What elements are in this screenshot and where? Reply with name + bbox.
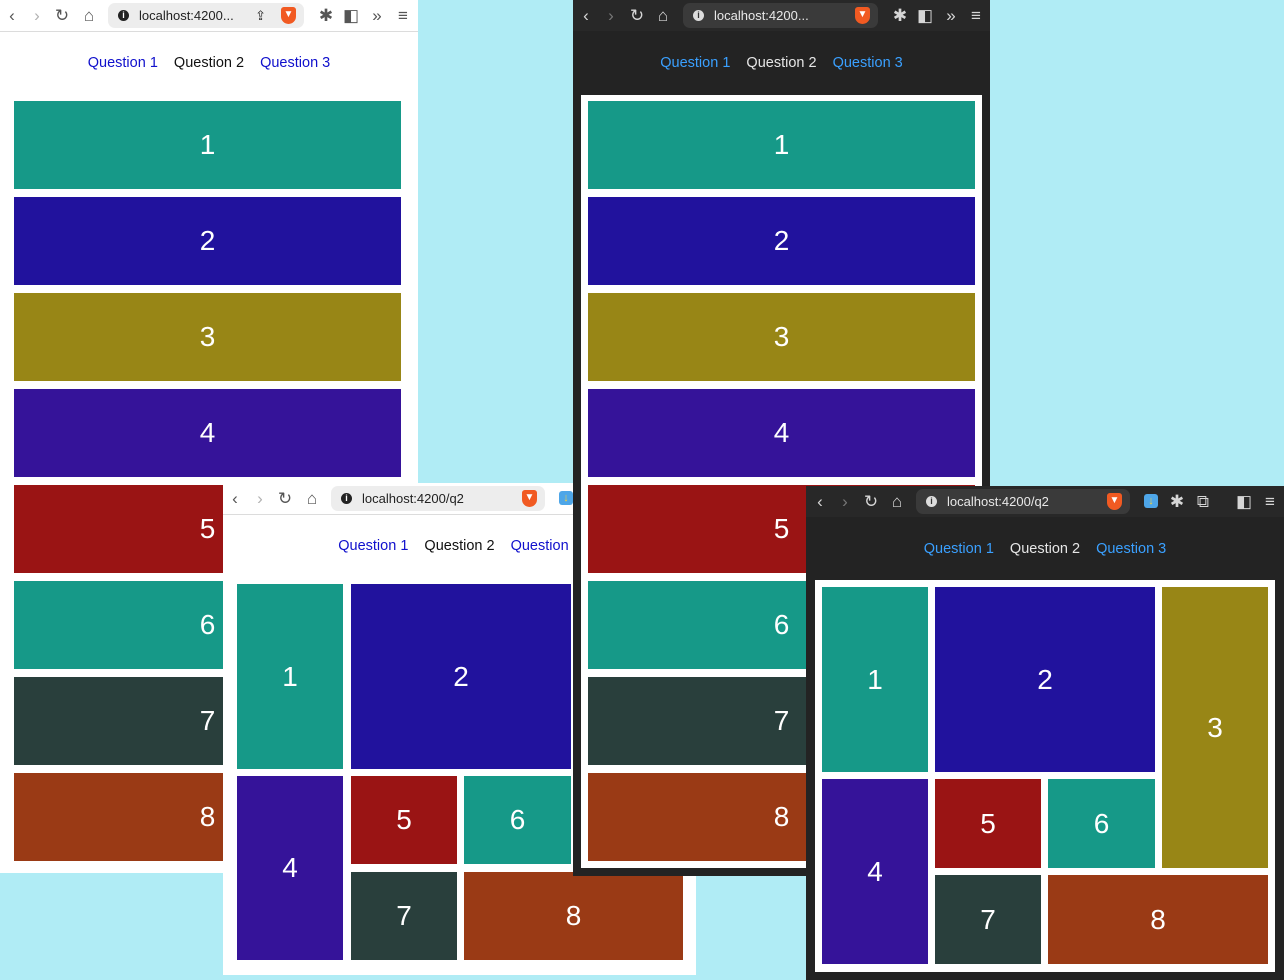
tile-3: 3 [14, 293, 401, 381]
menu-icon[interactable]: ≡ [1260, 486, 1280, 517]
download-icon[interactable]: ↓ [559, 491, 573, 505]
extensions-icon[interactable]: ✱ [1167, 486, 1187, 517]
nav-link-question-1[interactable]: Question 1 [924, 541, 994, 557]
tile-4: 4 [14, 389, 401, 477]
reload-icon[interactable]: ↻ [52, 0, 72, 31]
menu-icon[interactable]: ≡ [393, 0, 413, 31]
info-icon[interactable]: i [341, 493, 352, 505]
nav-link-question-3[interactable]: Question 3 [833, 55, 903, 71]
brave-lion-icon[interactable]: ▼ [1107, 493, 1122, 510]
sidebar-icon[interactable]: ◧ [1234, 486, 1254, 517]
browser-toolbar: ‹ › ↻ ⌂ ilocalhost:4200/q2 ⇪ ▼ ↓ ✱ ⧉ ◧ ≡ [806, 486, 1284, 517]
nav-current-question-2: Question 2 [746, 55, 817, 71]
grid-container: 1 2 3 4 5 6 7 8 [815, 580, 1275, 972]
forward-icon[interactable]: › [27, 0, 47, 31]
tile-6: 6 [1048, 779, 1155, 868]
nav-link-question-3[interactable]: Question 3 [1096, 541, 1166, 557]
brave-lion-icon[interactable]: ▼ [281, 7, 296, 24]
more-icon[interactable]: » [367, 0, 387, 31]
tile-2: 2 [351, 584, 571, 769]
menu-icon[interactable]: ≡ [966, 0, 986, 31]
extensions-icon[interactable]: ✱ [316, 0, 336, 31]
brave-lion-icon[interactable]: ▼ [522, 490, 537, 507]
home-icon[interactable]: ⌂ [887, 486, 907, 517]
home-icon[interactable]: ⌂ [79, 0, 99, 31]
reload-icon[interactable]: ↻ [275, 483, 295, 514]
more-icon[interactable]: » [941, 0, 961, 31]
address-bar[interactable]: ilocalhost:4200... ⇪ [683, 3, 878, 28]
tile-5: 5 [935, 779, 1041, 868]
forward-icon[interactable]: › [835, 486, 855, 517]
extensions-icon[interactable]: ✱ [890, 0, 910, 31]
info-icon[interactable]: i [926, 496, 937, 508]
screenshot-icon[interactable]: ⧉ [1193, 486, 1213, 517]
nav-link-question-3[interactable]: Question 3 [511, 538, 581, 554]
tile-8: 8 [1048, 875, 1268, 964]
share-icon[interactable]: ⇪ [255, 3, 266, 28]
nav-link-question-1[interactable]: Question 1 [660, 55, 730, 71]
nav-current-question-2: Question 2 [1009, 541, 1081, 557]
nav-link-question-1[interactable]: Question 1 [88, 55, 158, 71]
nav-current-question-2: Question 2 [173, 55, 245, 71]
tile-6: 6 [464, 776, 571, 864]
home-icon[interactable]: ⌂ [653, 0, 673, 31]
tile-2: 2 [935, 587, 1155, 772]
url-text: localhost:4200/q2 [947, 494, 1049, 509]
url-text: localhost:4200... [714, 8, 809, 23]
url-text: localhost:4200/q2 [362, 491, 464, 506]
address-bar[interactable]: ilocalhost:4200/q2 ⇪ [916, 489, 1130, 514]
tile-3: 3 [1162, 587, 1268, 868]
tile-7: 7 [351, 872, 457, 960]
tile-4: 4 [822, 779, 928, 964]
tile-1: 1 [237, 584, 343, 769]
browser-toolbar: ‹ › ↻ ⌂ ilocalhost:4200... ⇪ ▼ ✱ ◧ » ≡ [573, 0, 990, 31]
forward-icon[interactable]: › [601, 0, 621, 31]
download-icon[interactable]: ↓ [1144, 494, 1158, 508]
tile-5: 5 [351, 776, 457, 864]
nav-link-question-3[interactable]: Question 3 [260, 55, 330, 71]
tile-2: 2 [14, 197, 401, 285]
tile-3: 3 [588, 293, 975, 381]
forward-icon[interactable]: › [250, 483, 270, 514]
address-bar[interactable]: ilocalhost:4200/q2 ⇪ [331, 486, 545, 511]
info-icon[interactable]: i [118, 10, 129, 22]
reload-icon[interactable]: ↻ [861, 486, 881, 517]
browser-window-dark-grid: ‹ › ↻ ⌂ ilocalhost:4200/q2 ⇪ ▼ ↓ ✱ ⧉ ◧ ≡… [806, 486, 1284, 980]
tile-1: 1 [14, 101, 401, 189]
tile-4: 4 [588, 389, 975, 477]
tile-8: 8 [464, 872, 683, 960]
reload-icon[interactable]: ↻ [627, 0, 647, 31]
url-text: localhost:4200... [139, 8, 234, 23]
info-icon[interactable]: i [693, 10, 704, 22]
tile-7: 7 [935, 875, 1041, 964]
address-bar[interactable]: i localhost:4200... ⇪ [108, 3, 304, 28]
tile-1: 1 [822, 587, 928, 772]
browser-toolbar: ‹ › ↻ ⌂ i localhost:4200... ⇪ ▼ ✱ ◧ » ≡ [0, 0, 418, 32]
home-icon[interactable]: ⌂ [302, 483, 322, 514]
tile-1: 1 [588, 101, 975, 189]
nav-current-question-2: Question 2 [424, 538, 495, 554]
question-nav: Question 1 Question 2 Question 3 [0, 55, 418, 71]
tile-4: 4 [237, 776, 343, 960]
sidebar-icon[interactable]: ◧ [341, 0, 361, 31]
tile-2: 2 [588, 197, 975, 285]
back-icon[interactable]: ‹ [225, 483, 245, 514]
nav-link-question-1[interactable]: Question 1 [338, 538, 408, 554]
sidebar-icon[interactable]: ◧ [915, 0, 935, 31]
question-nav: Question 1 Question 2 Question 3 [573, 55, 990, 71]
back-icon[interactable]: ‹ [810, 486, 830, 517]
back-icon[interactable]: ‹ [2, 0, 22, 31]
back-icon[interactable]: ‹ [576, 0, 596, 31]
brave-lion-icon[interactable]: ▼ [855, 7, 870, 24]
question-nav: Question 1 Question 2 Question 3 [806, 541, 1284, 557]
